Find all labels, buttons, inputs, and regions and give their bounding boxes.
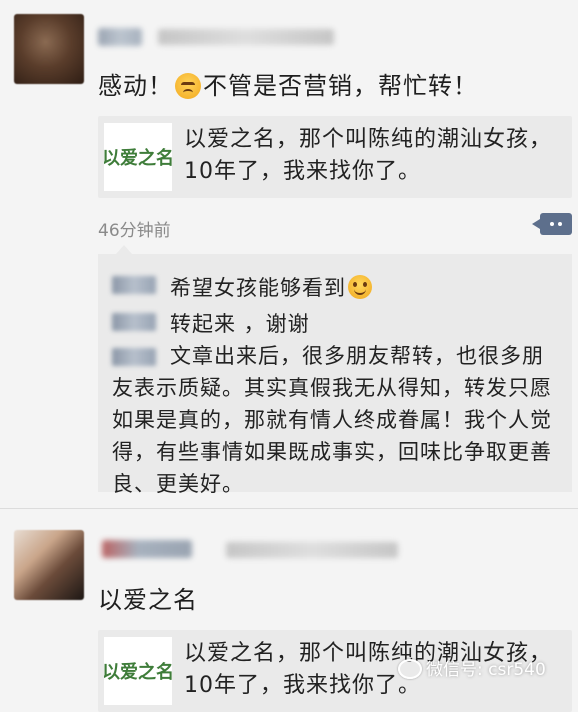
dot-icon [558,222,562,226]
sad-face-emoji-icon [175,73,201,99]
link-thumbnail: 以爱之名 [104,637,172,705]
watermark-text: 微信号: csr540 [426,660,546,680]
post-text-before: 感动！ [98,72,173,100]
comment-like-menu-button[interactable] [532,213,572,235]
comment-text: 希望女孩能够看到 [170,272,372,302]
comments-panel: 希望女孩能够看到 转起来 ，谢谢 文章出来后，很多朋友帮转，也很多朋友表示质疑。… [98,245,572,496]
blurred-username[interactable] [98,28,142,46]
blurred-share-action [158,29,334,45]
blurred-commenter-name[interactable] [112,276,156,294]
avatar[interactable] [14,14,84,84]
blurred-share-action [226,542,398,558]
post-text: 感动！ 不管是否营销，帮忙转！ [98,66,478,101]
post-text: 以爱之名 [98,586,198,614]
wechat-watermark: 微信号: csr540 [398,655,546,680]
link-title: 以爱之名，那个叫陈纯的潮汕女孩，10年了，我来找你了。 [184,127,553,184]
post-timestamp: 46分钟前 [98,221,171,241]
smile-emoji-icon [348,275,372,299]
comment-text: 转起来 ，谢谢 [170,312,310,336]
link-thumbnail: 以爱之名 [104,123,172,191]
avatar[interactable] [14,530,84,600]
post-text-after: 不管是否营销，帮忙转！ [203,72,478,100]
comment-text-content: 文章出来后，很多朋友帮转，也很多朋友表示质疑。其实真假我无从得知，转发只愿如果是… [112,344,552,496]
comment-text-content: 希望女孩能够看到 [170,276,346,300]
dot-icon [550,222,554,226]
blurred-commenter-name[interactable] [112,313,156,331]
shared-link-card[interactable]: 以爱之名 以爱之名，那个叫陈纯的潮汕女孩，10年了，我来找你了。 [98,116,572,198]
wechat-icon [398,659,422,679]
blurred-username[interactable] [102,540,192,558]
comment-text: 文章出来后，很多朋友帮转，也很多朋友表示质疑。其实真假我无从得知，转发只愿如果是… [112,340,564,500]
post-divider [0,508,578,509]
